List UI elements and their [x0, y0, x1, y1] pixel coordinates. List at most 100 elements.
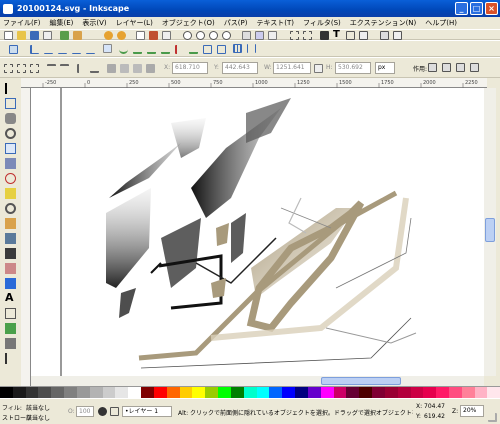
stroke-value[interactable]: 該当なし	[26, 413, 50, 422]
snap-enable-icon[interactable]	[9, 45, 18, 54]
snap-page-border-icon[interactable]	[217, 45, 226, 54]
color-swatch[interactable]	[51, 387, 65, 398]
zoom-tool-icon[interactable]	[5, 128, 16, 139]
color-swatch[interactable]	[76, 387, 90, 398]
color-swatch[interactable]	[269, 387, 283, 398]
star-tool-icon[interactable]	[5, 188, 16, 199]
color-swatch[interactable]	[115, 387, 129, 398]
color-swatch[interactable]	[436, 387, 449, 398]
save-icon[interactable]	[30, 31, 39, 40]
color-swatch[interactable]	[89, 387, 103, 398]
color-swatch[interactable]	[230, 387, 244, 398]
color-swatch[interactable]	[0, 387, 13, 398]
snap-path-intersection-icon[interactable]	[133, 45, 142, 54]
zoom-width-icon[interactable]	[222, 31, 231, 40]
horizontal-scroll-thumb[interactable]	[321, 377, 401, 385]
paste-icon[interactable]	[162, 31, 171, 40]
deselect-icon[interactable]	[30, 64, 39, 73]
color-swatch[interactable]	[346, 387, 360, 398]
minimize-button[interactable]: _	[455, 2, 468, 15]
snap-bbox-edge-icon[interactable]	[44, 45, 53, 54]
color-swatch[interactable]	[205, 387, 219, 398]
text-font-icon[interactable]: T	[333, 30, 342, 40]
color-swatch[interactable]	[320, 387, 334, 398]
horizontal-scrollbar[interactable]	[31, 376, 484, 386]
menu-path[interactable]: パス(P)	[224, 18, 248, 28]
h-field[interactable]: 530.692	[335, 62, 371, 74]
pencil-tool-icon[interactable]	[5, 218, 16, 229]
zoom-page-icon[interactable]	[209, 31, 218, 40]
unlink-clone-icon[interactable]	[268, 31, 277, 40]
color-swatch[interactable]	[25, 387, 39, 398]
zoom-selection-icon[interactable]	[183, 31, 192, 40]
fill-stroke-icon[interactable]	[320, 31, 329, 40]
menu-file[interactable]: ファイル(F)	[3, 18, 41, 28]
xml-editor-icon[interactable]	[346, 31, 355, 40]
spray-tool-icon[interactable]	[5, 308, 16, 319]
snap-nodes-icon[interactable]	[103, 44, 112, 53]
eraser-tool-icon[interactable]	[5, 263, 16, 274]
redo-icon[interactable]	[117, 31, 126, 40]
flip-horizontal-icon[interactable]	[77, 64, 86, 73]
text-tool-icon[interactable]: A	[5, 292, 16, 303]
raise-top-icon[interactable]	[107, 64, 116, 73]
color-swatch[interactable]	[256, 387, 270, 398]
snap-line-midpoint-icon[interactable]	[175, 45, 184, 54]
color-swatch[interactable]	[474, 387, 488, 398]
color-swatch[interactable]	[359, 387, 373, 398]
snap-paths-icon[interactable]	[119, 45, 128, 54]
color-swatch[interactable]	[384, 387, 398, 398]
drawing-canvas[interactable]	[31, 88, 484, 376]
snap-object-center-icon[interactable]	[189, 45, 198, 54]
cut-icon[interactable]	[149, 31, 158, 40]
color-swatch[interactable]	[333, 387, 347, 398]
color-swatch[interactable]	[307, 387, 321, 398]
opacity-field[interactable]: 100	[76, 406, 94, 417]
menu-text[interactable]: テキスト(T)	[256, 18, 294, 28]
select-all-layers-icon[interactable]	[17, 64, 26, 73]
snap-bbox-center-icon[interactable]	[86, 45, 95, 54]
x-field[interactable]: 618.710	[172, 62, 208, 74]
scale-corners-icon[interactable]	[442, 63, 451, 72]
lower-bottom-icon[interactable]	[146, 64, 155, 73]
zoom-drawing-icon[interactable]	[196, 31, 205, 40]
paint-bucket-tool-icon[interactable]	[5, 278, 16, 289]
tweak-tool-icon[interactable]	[5, 113, 16, 124]
connector-tool-icon[interactable]	[5, 338, 16, 349]
color-swatch[interactable]	[192, 387, 206, 398]
maximize-button[interactable]: □	[470, 2, 483, 15]
open-icon[interactable]	[17, 31, 26, 40]
zoom-field[interactable]: 20%	[460, 405, 484, 417]
node-tool-icon[interactable]	[5, 98, 16, 109]
3d-box-tool-icon[interactable]	[5, 158, 16, 169]
color-swatch[interactable]	[243, 387, 257, 398]
group-icon[interactable]	[290, 31, 299, 40]
snap-bbox-icon[interactable]	[30, 45, 39, 54]
color-swatch[interactable]	[64, 387, 77, 398]
scale-stroke-icon[interactable]	[428, 63, 437, 72]
menu-filters[interactable]: フィルタ(S)	[303, 18, 341, 28]
color-swatch[interactable]	[448, 387, 462, 398]
menu-edit[interactable]: 編集(E)	[50, 18, 74, 28]
clone-icon[interactable]	[255, 31, 264, 40]
vertical-scroll-thumb[interactable]	[485, 218, 495, 242]
color-swatch[interactable]	[372, 387, 385, 398]
pen-tool-icon[interactable]	[5, 233, 16, 244]
move-gradients-icon[interactable]	[456, 63, 465, 72]
menu-object[interactable]: オブジェクト(O)	[162, 18, 215, 28]
selector-tool-icon[interactable]	[5, 83, 16, 94]
color-swatch[interactable]	[128, 387, 142, 398]
color-swatch[interactable]	[397, 387, 411, 398]
snap-grid-icon[interactable]	[233, 44, 242, 53]
color-swatch[interactable]	[423, 387, 437, 398]
snap-rotation-center-icon[interactable]	[203, 45, 212, 54]
gradient-tool-icon[interactable]	[5, 323, 16, 334]
move-patterns-icon[interactable]	[470, 63, 479, 72]
color-swatch[interactable]	[218, 387, 231, 398]
menu-layer[interactable]: レイヤー(L)	[116, 18, 153, 28]
snap-bbox-corner-icon[interactable]	[58, 45, 67, 54]
rotate-ccw-icon[interactable]	[47, 64, 56, 73]
document-properties-icon[interactable]	[393, 31, 402, 40]
rotate-cw-icon[interactable]	[60, 64, 69, 73]
menu-extensions[interactable]: エクステンション(N)	[350, 18, 417, 28]
